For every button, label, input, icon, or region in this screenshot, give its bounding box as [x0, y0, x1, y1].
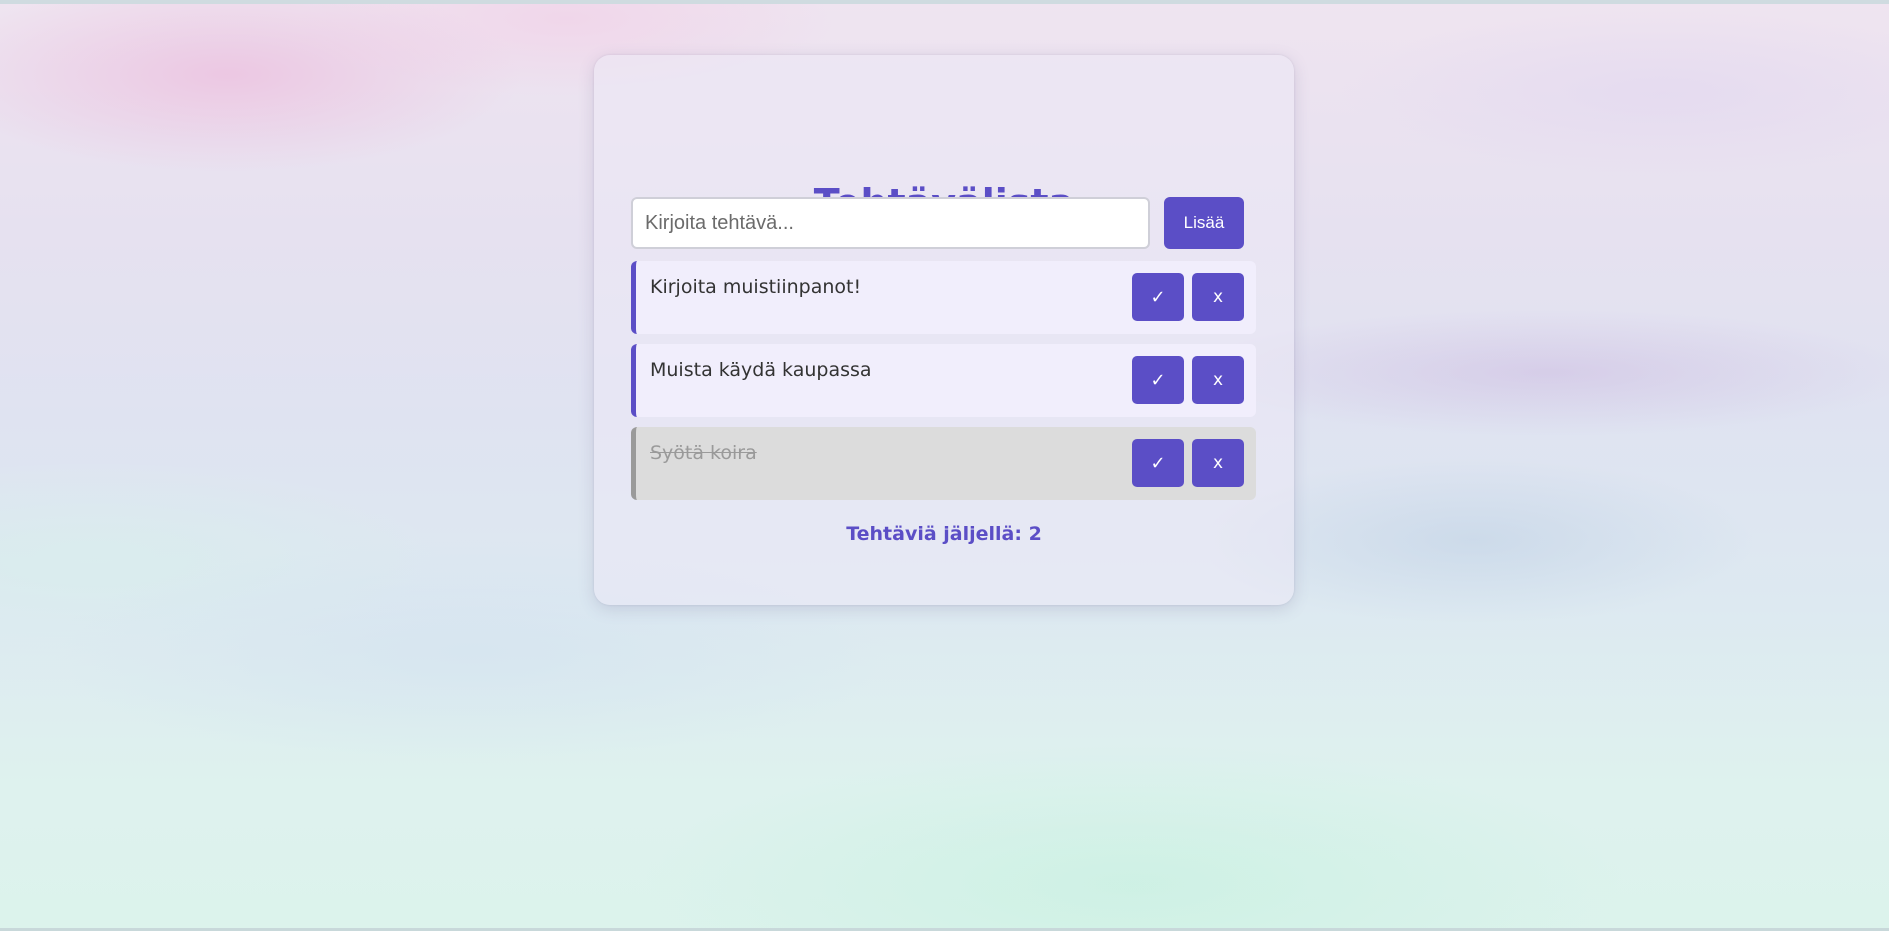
window-top-border — [0, 0, 1889, 4]
add-task-row: Lisää — [631, 197, 1244, 249]
mark-done-button[interactable]: ✓ — [1132, 356, 1184, 404]
task-list: Kirjoita muistiinpanot! ✓ x Muista käydä… — [631, 261, 1256, 510]
todo-card: Tehtävälista Lisää Kirjoita muistiinpano… — [594, 55, 1294, 605]
task-input[interactable] — [631, 197, 1150, 249]
task-text[interactable]: Muista käydä kaupassa — [650, 359, 872, 381]
task-text[interactable]: Kirjoita muistiinpanot! — [650, 276, 861, 298]
task-item: Muista käydä kaupassa ✓ x — [631, 344, 1256, 417]
add-task-button[interactable]: Lisää — [1164, 197, 1244, 249]
task-text[interactable]: Syötä koira — [650, 442, 757, 464]
remaining-count: Tehtäviä jäljellä: 2 — [846, 523, 1042, 545]
mark-done-button[interactable]: ✓ — [1132, 273, 1184, 321]
mark-done-button[interactable]: ✓ — [1132, 439, 1184, 487]
delete-task-button[interactable]: x — [1192, 439, 1244, 487]
delete-task-button[interactable]: x — [1192, 273, 1244, 321]
delete-task-button[interactable]: x — [1192, 356, 1244, 404]
task-item: Kirjoita muistiinpanot! ✓ x — [631, 261, 1256, 334]
task-item-completed: Syötä koira ✓ x — [631, 427, 1256, 500]
